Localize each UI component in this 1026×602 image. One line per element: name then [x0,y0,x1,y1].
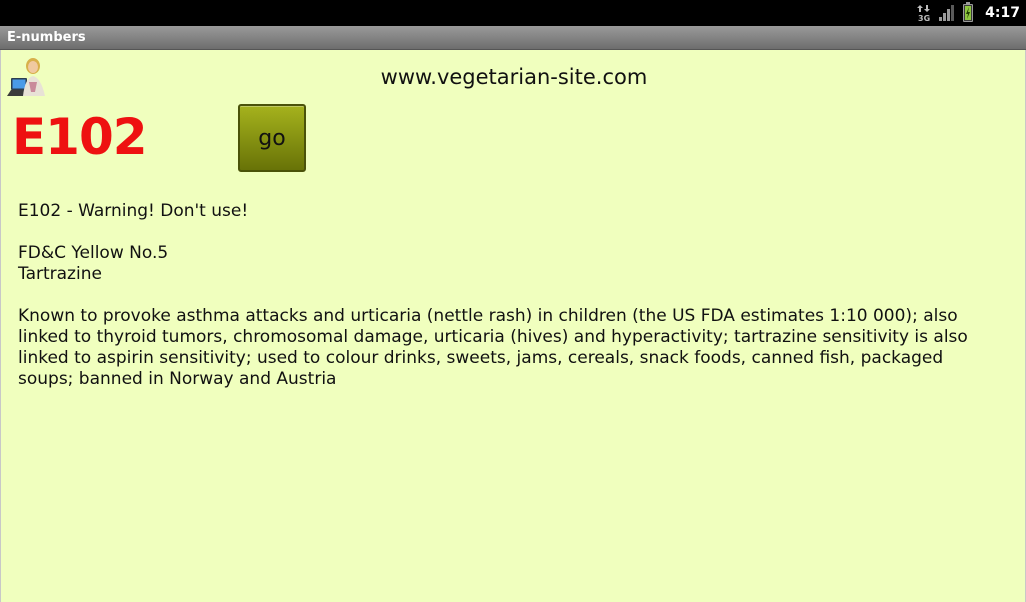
e-number-details: E102 - Warning! Don't use! FD&C Yellow N… [18,201,1003,390]
additive-name-line-2: Tartrazine [18,264,102,284]
signal-strength-icon [939,5,955,21]
main-content: www.vegetarian-site.com E102 go E102 - W… [0,50,1026,602]
battery-charging-icon [963,2,974,22]
app-title: E-numbers [7,30,86,45]
clock: 4:17 [985,5,1020,21]
site-url-link[interactable]: www.vegetarian-site.com [1,65,1026,89]
network-type-label: 3G [918,14,930,22]
additive-description: Known to provoke asthma attacks and urti… [18,306,968,389]
e-number-code: E102 [12,108,148,166]
go-button[interactable]: go [238,104,306,172]
additive-name-line-1: FD&C Yellow No.5 [18,243,169,263]
status-icons: 3G 4:17 [917,0,1020,26]
warning-text: E102 - Warning! Don't use! [18,201,249,221]
status-bar: 3G 4:17 [0,0,1026,26]
data-transfer-icon: 3G [917,4,931,23]
app-title-bar: E-numbers [0,26,1026,50]
